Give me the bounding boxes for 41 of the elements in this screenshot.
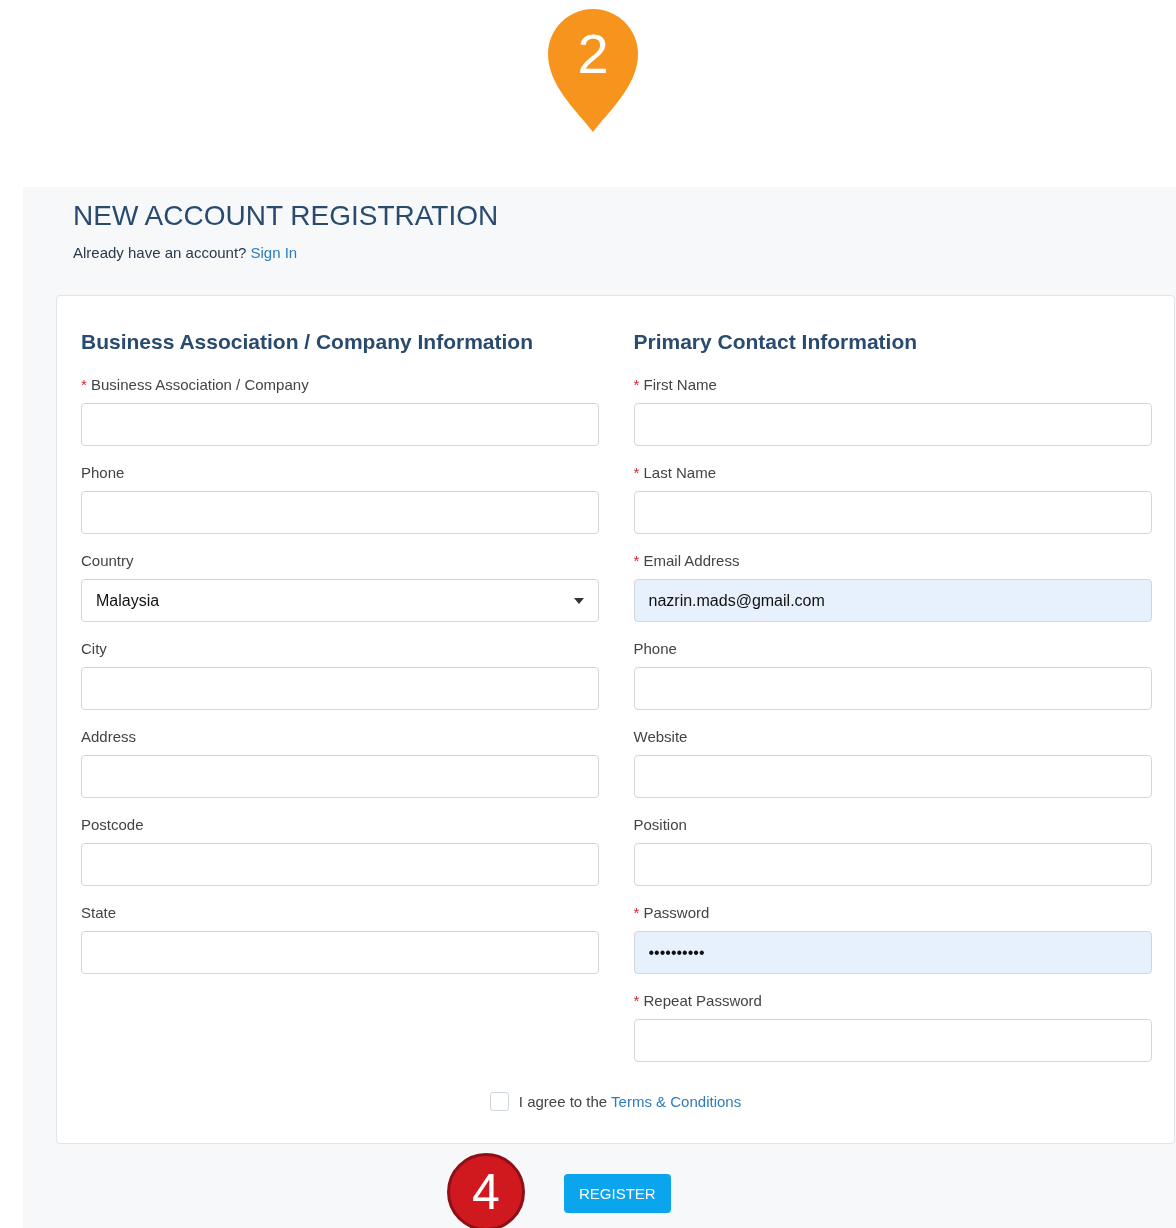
input-field[interactable] — [633, 1019, 1152, 1062]
input-field[interactable] — [81, 843, 599, 886]
field-label: * First Name — [633, 376, 718, 394]
field-label: Position — [633, 816, 688, 834]
input-field[interactable] — [633, 403, 1152, 446]
input-field[interactable] — [81, 491, 599, 534]
field-label: * Password — [633, 904, 711, 922]
input-field[interactable] — [81, 667, 599, 710]
input-field[interactable] — [633, 491, 1152, 534]
terms-link[interactable]: Terms & Conditions — [611, 1093, 742, 1110]
terms-text: I agree to the Terms & Conditions — [518, 1093, 742, 1110]
field-label: Postcode — [81, 816, 145, 834]
field-label: * Email Address — [633, 552, 741, 570]
field-label: * Business Association / Company — [81, 376, 310, 394]
field-label: Country — [81, 552, 135, 570]
section-title: Primary Contact Information — [633, 329, 919, 355]
page-title: NEW ACCOUNT REGISTRATION — [73, 199, 500, 233]
sign-in-link[interactable]: Sign In — [250, 244, 298, 264]
field-label: * Repeat Password — [633, 992, 763, 1010]
field-label: Website — [633, 728, 689, 746]
step-marker-circle: 4 — [447, 1153, 525, 1228]
country-dropdown[interactable]: Malaysia — [81, 579, 599, 622]
input-field[interactable] — [81, 931, 599, 974]
field-label: City — [81, 640, 108, 658]
field-label: Phone — [633, 640, 678, 658]
input-field[interactable] — [633, 667, 1152, 710]
signin-prompt: Already have an account? — [73, 244, 247, 263]
section-title: Business Association / Company Information — [81, 329, 534, 355]
field-label: * Last Name — [633, 464, 718, 482]
step-marker-pin: 2 — [548, 8, 638, 132]
input-field[interactable]: nazrin.mads@gmail.com — [633, 579, 1152, 622]
input-field[interactable] — [81, 755, 599, 798]
input-field[interactable] — [633, 843, 1152, 886]
field-label: State — [81, 904, 118, 922]
input-field[interactable]: •••••••••• — [633, 931, 1152, 974]
field-label: Phone — [81, 464, 126, 482]
field-label: Address — [81, 728, 138, 746]
caret-icon — [574, 597, 584, 604]
terms-checkbox[interactable] — [489, 1092, 509, 1111]
input-field[interactable] — [81, 403, 599, 446]
input-field[interactable] — [633, 755, 1152, 798]
